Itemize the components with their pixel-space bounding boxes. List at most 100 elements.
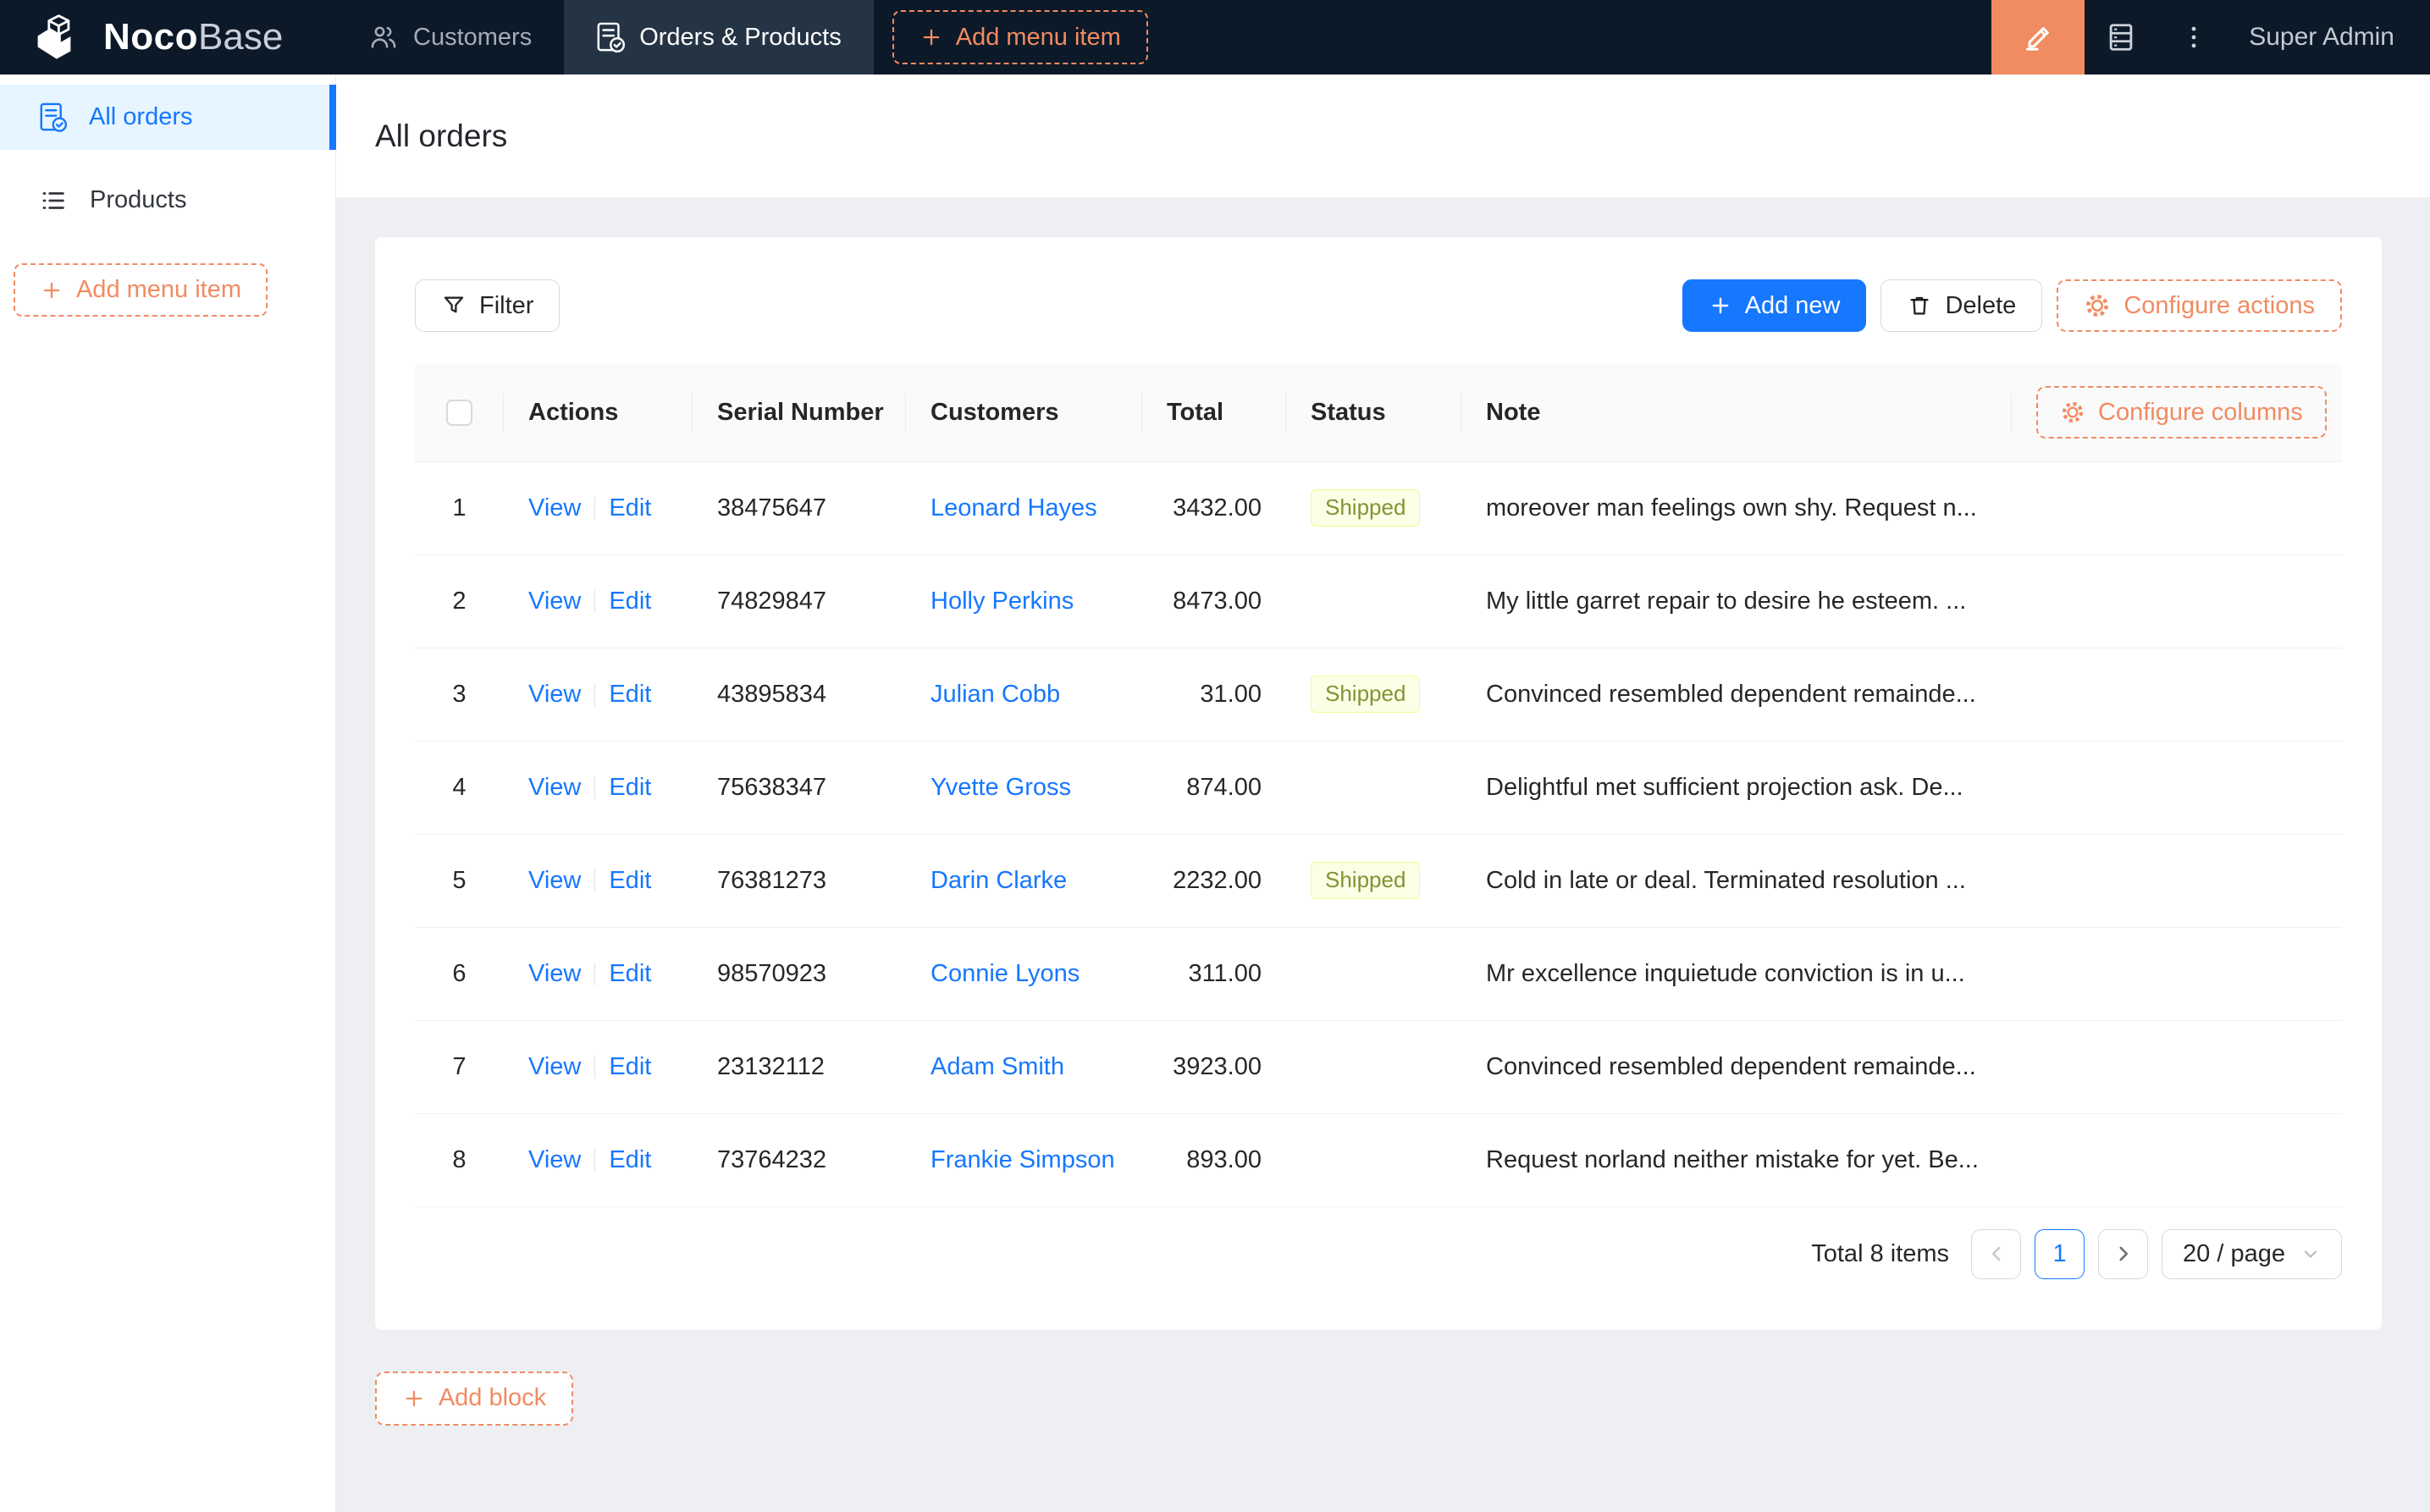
actions-cell: View Edit	[504, 555, 693, 648]
add-new-label: Add new	[1744, 291, 1841, 319]
serial-cell: 74829847	[693, 555, 906, 648]
edit-link[interactable]: Edit	[609, 1146, 651, 1173]
add-new-button[interactable]: Add new	[1682, 279, 1867, 332]
filter-button[interactable]: Filter	[415, 279, 561, 332]
page-1-button[interactable]: 1	[2035, 1228, 2085, 1279]
actions-cell: View Edit	[504, 1113, 693, 1207]
row-index-cell: 1	[415, 461, 504, 555]
users-icon	[368, 22, 399, 52]
total-cell: 8473.00	[1142, 555, 1286, 648]
plus-icon	[402, 1387, 426, 1410]
nav-orders-products[interactable]: Orders & Products	[564, 0, 874, 74]
divider	[594, 1149, 596, 1173]
edit-link[interactable]: Edit	[609, 681, 651, 708]
sidebar: All orders Products Add menu item	[0, 74, 336, 1512]
row-index-cell: 8	[415, 1113, 504, 1207]
table-header: Actions Serial Number Customers Total St…	[415, 364, 2342, 462]
edit-link[interactable]: Edit	[609, 867, 651, 894]
serial-cell: 43895834	[693, 648, 906, 742]
empty-cell	[2012, 555, 2342, 648]
customer-cell: Darin Clarke	[906, 834, 1142, 928]
sidebar-item-products[interactable]: Products	[0, 168, 335, 233]
column-header-actions: Actions	[504, 364, 693, 462]
view-link[interactable]: View	[528, 867, 581, 894]
plus-icon	[920, 25, 943, 49]
actions-cell: View Edit	[504, 927, 693, 1021]
configure-columns-button[interactable]: Configure columns	[2036, 386, 2327, 439]
add-menu-item-button-sidebar[interactable]: Add menu item	[14, 263, 268, 317]
edit-link[interactable]: Edit	[609, 960, 651, 987]
empty-cell	[2012, 648, 2342, 742]
database-icon	[2105, 21, 2137, 53]
view-link[interactable]: View	[528, 1053, 581, 1080]
add-block-button[interactable]: Add block	[375, 1371, 573, 1426]
prev-page-button[interactable]	[1971, 1228, 2022, 1279]
edit-link[interactable]: Edit	[609, 774, 651, 801]
edit-link[interactable]: Edit	[609, 1053, 651, 1080]
chevron-right-icon	[2112, 1243, 2135, 1265]
customer-link[interactable]: Leonard Hayes	[931, 494, 1097, 521]
status-cell	[1286, 741, 1461, 835]
table-row: 1 View Edit 38475647 Leonard Hayes 3432.0…	[415, 461, 2342, 555]
empty-cell	[2012, 1113, 2342, 1207]
row-index-cell: 7	[415, 1020, 504, 1114]
customer-link[interactable]: Adam Smith	[931, 1053, 1064, 1080]
customer-link[interactable]: Yvette Gross	[931, 774, 1071, 801]
status-cell	[1286, 927, 1461, 1021]
configure-actions-button[interactable]: Configure actions	[2057, 279, 2342, 332]
status-cell	[1286, 1113, 1461, 1207]
sidebar-item-all-orders[interactable]: All orders	[0, 85, 336, 150]
divider	[594, 590, 596, 614]
total-cell: 311.00	[1142, 927, 1286, 1021]
table-toolbar: Filter Add new Delete Configure actions	[415, 279, 2342, 332]
filter-label: Filter	[479, 291, 534, 319]
row-index-cell: 4	[415, 741, 504, 835]
note-cell: Convinced resembled dependent remainde..…	[1461, 648, 2012, 742]
ui-editor-button[interactable]	[1991, 0, 2085, 74]
customer-link[interactable]: Holly Perkins	[931, 588, 1074, 615]
note-cell: My little garret repair to desire he est…	[1461, 555, 2012, 648]
view-link[interactable]: View	[528, 588, 581, 615]
status-cell: Shipped	[1286, 834, 1461, 928]
column-header-note: Note	[1461, 364, 2012, 462]
customer-link[interactable]: Frankie Simpson	[931, 1146, 1115, 1173]
top-right-actions: Super Admin	[1991, 0, 2430, 74]
logo[interactable]: NocoBase	[0, 0, 336, 74]
view-link[interactable]: View	[528, 1146, 581, 1173]
body-layout: All orders Products Add menu item All or…	[0, 74, 2430, 1512]
delete-button[interactable]: Delete	[1880, 279, 2043, 332]
actions-cell: View Edit	[504, 1020, 693, 1114]
serial-cell: 75638347	[693, 741, 906, 835]
next-page-button[interactable]	[2098, 1228, 2149, 1279]
view-link[interactable]: View	[528, 774, 581, 801]
page-title: All orders	[375, 118, 508, 153]
status-cell	[1286, 1020, 1461, 1114]
filter-funnel-icon	[441, 293, 467, 318]
select-all-checkbox[interactable]	[446, 399, 472, 426]
add-menu-item-button-top[interactable]: Add menu item	[892, 10, 1148, 64]
empty-cell	[2012, 927, 2342, 1021]
column-header-status: Status	[1286, 364, 1461, 462]
edit-link[interactable]: Edit	[609, 494, 651, 521]
nav-item-label: Customers	[413, 23, 533, 51]
empty-cell	[2012, 741, 2342, 835]
view-link[interactable]: View	[528, 960, 581, 987]
total-cell: 31.00	[1142, 648, 1286, 742]
customer-link[interactable]: Darin Clarke	[931, 867, 1067, 894]
user-menu[interactable]: Super Admin	[2230, 0, 2430, 74]
customer-link[interactable]: Connie Lyons	[931, 960, 1080, 987]
nav-customers[interactable]: Customers	[336, 0, 564, 74]
actions-cell: View Edit	[504, 741, 693, 835]
actions-cell: View Edit	[504, 834, 693, 928]
status-badge: Shipped	[1311, 675, 1421, 714]
view-link[interactable]: View	[528, 494, 581, 521]
page-size-select[interactable]: 20 / page	[2162, 1228, 2342, 1279]
plugin-manager-button[interactable]	[2085, 0, 2157, 74]
status-cell: Shipped	[1286, 461, 1461, 555]
empty-cell	[2012, 1020, 2342, 1114]
view-link[interactable]: View	[528, 681, 581, 708]
actions-cell: View Edit	[504, 648, 693, 742]
customer-link[interactable]: Julian Cobb	[931, 681, 1060, 708]
more-actions-button[interactable]	[2157, 0, 2230, 74]
edit-link[interactable]: Edit	[609, 588, 651, 615]
